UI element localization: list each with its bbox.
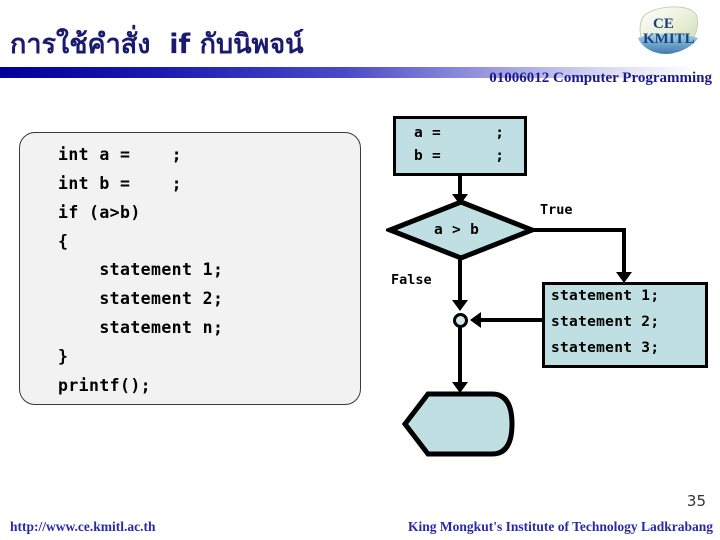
decision-condition-text: a > b <box>434 222 480 238</box>
code-line-4: { <box>58 232 69 251</box>
statement-box-line-1: statement 1; <box>551 288 660 304</box>
code-line-8: } <box>58 347 69 366</box>
connector-merge-to-output <box>458 327 462 389</box>
connector-statement-to-merge <box>478 318 544 322</box>
code-line-5: statement 1; <box>58 260 224 279</box>
code-line-7: statement n; <box>58 318 224 337</box>
code-line-2: int b = ; <box>58 174 183 193</box>
svg-text:CE: CE <box>653 16 674 32</box>
svg-text:KMITL: KMITL <box>643 31 695 47</box>
footer-url[interactable]: http://www.ce.kmitl.ac.th <box>10 519 156 535</box>
footer-institute: King Mongkut's Institute of Technology L… <box>408 519 713 534</box>
statement-box-line-2: statement 2; <box>551 314 660 330</box>
code-line-3: if (a>b) <box>58 203 141 222</box>
merge-connector-node <box>453 313 468 328</box>
code-line-9: printf(); <box>58 376 152 395</box>
init-box-line-1: a = ; <box>414 125 505 141</box>
arrowhead-statement-to-merge <box>470 312 481 328</box>
page-number: 35 <box>686 492 706 510</box>
connector-true-horizontal <box>530 228 626 232</box>
init-box-line-2: b = ; <box>414 148 505 164</box>
true-branch-label: True <box>540 202 573 218</box>
page-title: การใช้คำสั่ง if กับนิพจน์ <box>10 29 304 60</box>
code-line-1: int a = ; <box>58 145 183 164</box>
flowchart-output-shape <box>401 391 515 457</box>
statement-box-line-3: statement 3; <box>551 340 660 356</box>
false-branch-label: False <box>391 272 432 288</box>
arrowhead-false-to-merge <box>452 300 468 311</box>
course-subtitle: 01006012 Computer Programming <box>489 70 712 86</box>
kmitl-ce-logo-icon: CE KMITL <box>638 6 698 54</box>
connector-true-vertical <box>622 228 626 278</box>
code-line-6: statement 2; <box>58 289 224 308</box>
